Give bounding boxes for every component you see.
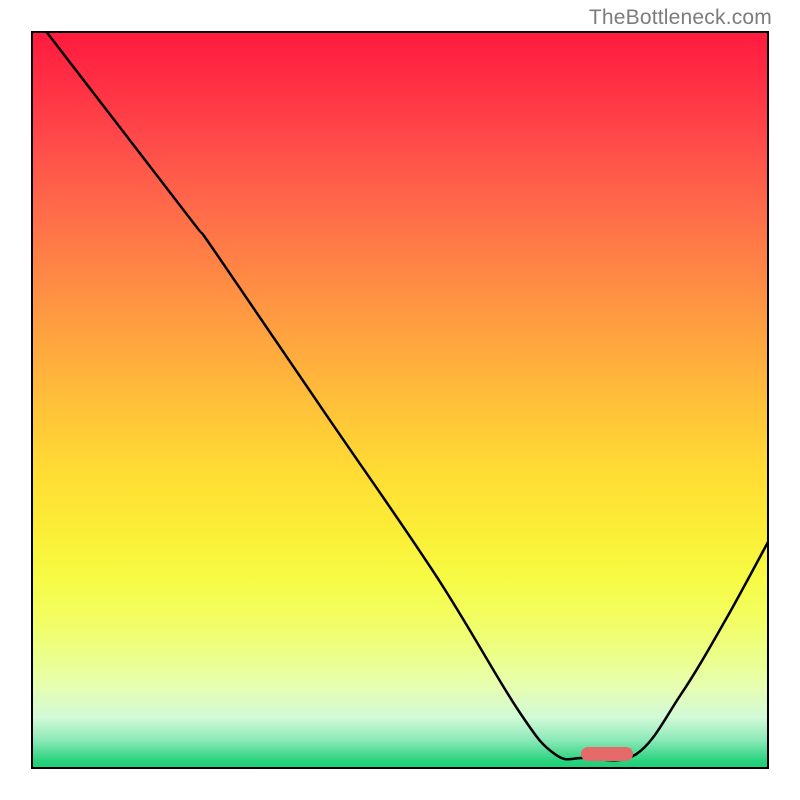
curve-path [46, 31, 769, 760]
plot-area [31, 31, 769, 769]
watermark-text: TheBottleneck.com [589, 6, 772, 30]
bottleneck-curve [31, 31, 769, 769]
optimal-marker [581, 747, 633, 761]
chart-container: TheBottleneck.com [0, 0, 800, 800]
